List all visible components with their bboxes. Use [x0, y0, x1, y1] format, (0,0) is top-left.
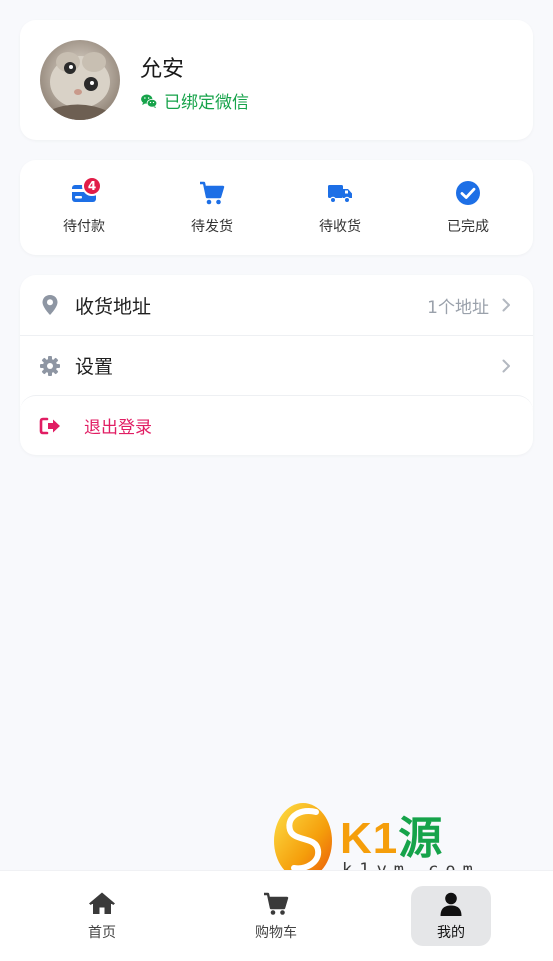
chevron-right-icon: [499, 298, 513, 312]
order-completed[interactable]: 已完成: [404, 160, 532, 255]
bottom-tab-bar: 首页 购物车 我的: [0, 870, 553, 961]
avatar[interactable]: [40, 40, 120, 120]
sign-out-icon: [39, 415, 61, 437]
watermark-title-latin: K1: [340, 814, 399, 863]
order-pending-receipt[interactable]: 待收货: [276, 160, 404, 255]
profile-card: 允安 已绑定微信: [20, 20, 533, 140]
tab-label: 购物车: [255, 925, 297, 941]
menu-item-settings[interactable]: 设置: [20, 335, 533, 395]
truck-icon: [327, 180, 353, 206]
address-count: 1个地址: [427, 297, 489, 318]
cart-icon: [263, 892, 289, 916]
menu-item-address[interactable]: 收货地址 1个地址: [20, 275, 533, 335]
chevron-right-icon: [499, 359, 513, 373]
logout-label: 退出登录: [84, 418, 152, 438]
k1-logo-icon: [272, 800, 334, 880]
wechat-icon: [141, 93, 158, 108]
badge-count: 4: [82, 176, 102, 196]
tab-cart[interactable]: 购物车: [236, 886, 316, 946]
order-label: 待发货: [191, 219, 233, 235]
check-circle-icon: [455, 180, 481, 206]
wechat-status: 已绑定微信: [140, 88, 249, 113]
user-icon: [438, 892, 464, 916]
home-icon: [89, 892, 115, 916]
gear-icon: [39, 355, 61, 377]
tab-home[interactable]: 首页: [62, 886, 142, 946]
order-label: 待付款: [63, 219, 105, 235]
menu-item-label: 设置: [75, 356, 114, 378]
logout-button[interactable]: 退出登录: [20, 395, 533, 455]
username: 允安: [140, 57, 185, 82]
menu-item-label: 收货地址: [75, 295, 152, 318]
order-label: 待收货: [319, 219, 361, 235]
map-pin-icon: [39, 294, 61, 316]
menu-card: 收货地址 1个地址 设置 退出登录: [20, 275, 533, 455]
tab-label: 首页: [88, 925, 116, 941]
order-label: 已完成: [447, 219, 489, 235]
order-pending-payment[interactable]: 4 待付款: [20, 160, 148, 255]
order-status-card: 4 待付款 待发货 待收货 已完成: [20, 160, 533, 255]
cart-icon: [199, 180, 225, 206]
tab-label: 我的: [437, 925, 465, 941]
order-pending-shipment[interactable]: 待发货: [148, 160, 276, 255]
wechat-status-text: 已绑定微信: [164, 93, 249, 113]
tab-mine[interactable]: 我的: [411, 886, 491, 946]
